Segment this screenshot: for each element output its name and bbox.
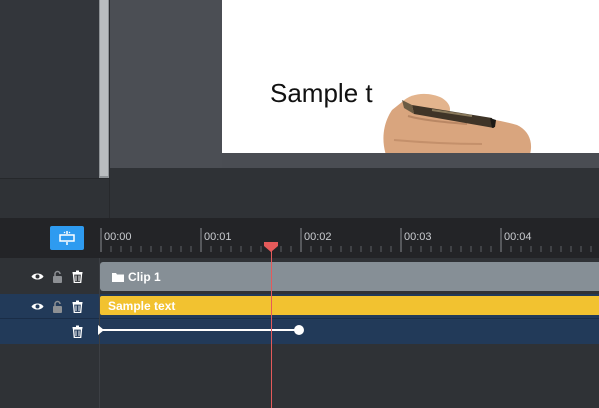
ruler-tick-label: 00:02 xyxy=(304,231,332,243)
animation-start-marker[interactable] xyxy=(98,325,104,335)
playhead-handle[interactable] xyxy=(263,241,279,253)
fit-to-screen-icon xyxy=(59,231,75,245)
asset-panel-scrollbar-thumb[interactable] xyxy=(100,0,108,176)
scene-canvas[interactable]: Sample t xyxy=(222,0,599,153)
lock-icon[interactable] xyxy=(50,299,64,313)
asset-panel xyxy=(0,0,99,178)
animation-end-handle[interactable] xyxy=(294,325,304,335)
ruler-tick-label: 00:01 xyxy=(204,231,232,243)
eye-icon[interactable] xyxy=(30,299,44,313)
ruler-tick-label: 00:04 xyxy=(504,231,532,243)
row-divider xyxy=(0,318,599,319)
clip1-label: Clip 1 xyxy=(128,269,161,284)
drawing-hand-image xyxy=(383,93,531,153)
left-lower-panel xyxy=(0,178,109,219)
stage-bottom-strip xyxy=(110,168,599,218)
track-controls-clip1 xyxy=(0,262,100,290)
trash-icon[interactable] xyxy=(70,269,84,283)
timeline-ruler[interactable]: 00:00 00:01 00:02 00:03 00:04 xyxy=(100,218,599,258)
animation-duration-line xyxy=(101,329,299,331)
track-controls-animation xyxy=(0,320,100,342)
lock-icon[interactable] xyxy=(50,269,64,283)
ruler-tick-label: 00:00 xyxy=(104,231,132,243)
sample-text-clip-label: Sample text xyxy=(108,298,176,313)
trash-icon[interactable] xyxy=(70,299,84,313)
sample-text-clip[interactable]: Sample text xyxy=(100,296,599,315)
playhead-line xyxy=(271,250,272,408)
clip1-bar[interactable]: Clip 1 xyxy=(100,262,599,291)
canvas-sample-text[interactable]: Sample t xyxy=(270,78,373,109)
stage-margin xyxy=(110,0,222,168)
ruler-tick-label: 00:03 xyxy=(404,231,432,243)
fit-timeline-button[interactable] xyxy=(50,226,84,250)
folder-icon xyxy=(112,272,124,282)
track-controls-text xyxy=(0,296,100,316)
eye-icon[interactable] xyxy=(30,269,44,283)
trash-icon[interactable] xyxy=(70,324,84,338)
